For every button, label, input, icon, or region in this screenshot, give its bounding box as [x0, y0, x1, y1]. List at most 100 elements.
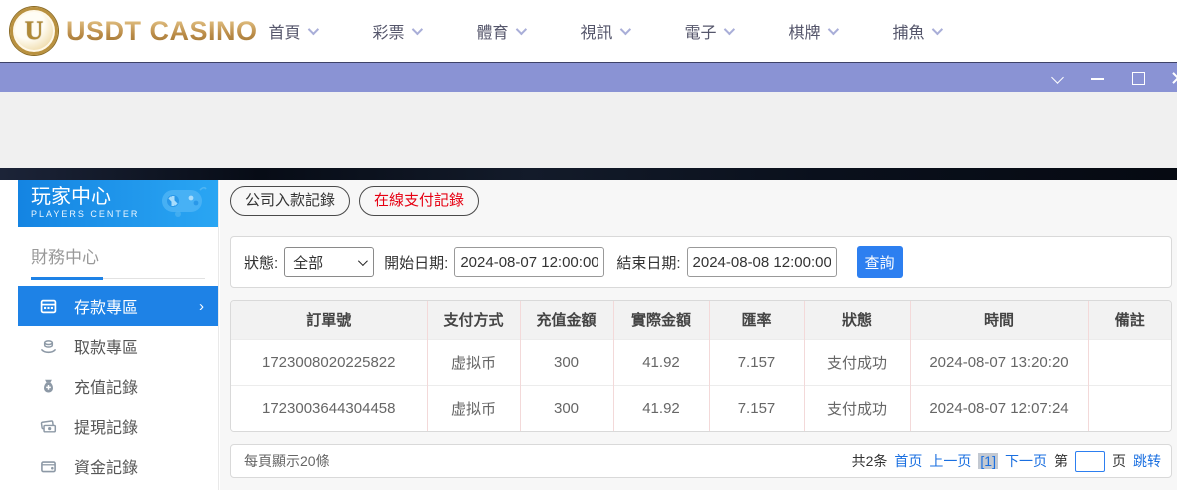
chevron-down-icon — [827, 24, 838, 35]
main-content: 公司入款記錄 在線支付記錄 狀態: 全部 開始日期: 結束日期: 查詢 訂單號 … — [220, 180, 1177, 490]
sidebar-item-label: 提現記錄 — [74, 414, 138, 438]
jump-prefix-label: 第 — [1054, 451, 1068, 471]
cell-status: 支付成功 — [804, 339, 910, 385]
status-label: 狀態: — [244, 252, 278, 273]
banner-area — [0, 92, 1177, 168]
logo-text: USDT CASINO — [66, 16, 258, 47]
cell-order-number: 1723008020225822 — [231, 339, 427, 385]
top-header: U USDT CASINO 首頁 彩票 體育 視訊 電子 棋牌 捕魚 — [0, 0, 1177, 62]
total-count: 共2条 — [852, 451, 888, 471]
chevron-down-icon — [411, 24, 422, 35]
sidebar-item-recharge-records[interactable]: 充值記錄 — [18, 366, 218, 406]
col-actual-amount: 實際金額 — [613, 301, 709, 339]
pager-controls: 共2条 首页 上一页 [1] 下一页 第 页 跳转 — [852, 451, 1161, 472]
sidebar-menu: 存款專區 › 取款專區 充值記錄 提現記錄 資金記錄 — [18, 286, 218, 486]
col-order-number: 訂單號 — [231, 301, 427, 339]
records-table: 訂單號 支付方式 充值金額 實際金額 匯率 狀態 時間 備註 172300802… — [231, 301, 1171, 431]
pagination-bar: 每頁顯示20條 共2条 首页 上一页 [1] 下一页 第 页 跳转 — [230, 444, 1172, 478]
cell-remarks — [1088, 339, 1171, 385]
tab-online-payment-records[interactable]: 在線支付記錄 — [359, 186, 479, 216]
end-date-label: 結束日期: — [616, 252, 680, 273]
nav-label: 體育 — [476, 19, 508, 43]
deposit-icon — [40, 298, 57, 315]
cell-actual-amount: 41.92 — [613, 385, 709, 431]
nav-item-slots[interactable]: 電子 — [656, 0, 760, 62]
cell-actual-amount: 41.92 — [613, 339, 709, 385]
nav-item-lottery[interactable]: 彩票 — [344, 0, 448, 62]
col-exchange-rate: 匯率 — [709, 301, 804, 339]
page-size-text: 每頁顯示20條 — [244, 451, 330, 471]
cell-payment-method: 虚拟币 — [427, 339, 520, 385]
first-page-link[interactable]: 首页 — [894, 451, 922, 471]
sidebar-item-deposit[interactable]: 存款專區 › — [18, 286, 218, 326]
cell-recharge-amount: 300 — [520, 385, 613, 431]
nav-item-video[interactable]: 視訊 — [552, 0, 656, 62]
close-icon[interactable] — [1171, 71, 1177, 85]
table-row: 1723003644304458 虚拟币 300 41.92 7.157 支付成… — [231, 385, 1171, 431]
logo-coin-icon: U — [10, 7, 58, 55]
status-select[interactable]: 全部 — [284, 247, 374, 277]
filter-bar: 狀態: 全部 開始日期: 結束日期: 查詢 — [230, 236, 1172, 288]
nav-label: 棋牌 — [788, 19, 820, 43]
nav-label: 首頁 — [268, 19, 300, 43]
prev-page-link[interactable]: 上一页 — [929, 451, 971, 471]
minimize-icon[interactable] — [1091, 71, 1105, 85]
nav-item-cards[interactable]: 棋牌 — [760, 0, 864, 62]
cell-time: 2024-08-07 13:20:20 — [910, 339, 1088, 385]
cell-remarks — [1088, 385, 1171, 431]
table-header-row: 訂單號 支付方式 充值金額 實際金額 匯率 狀態 時間 備註 — [231, 301, 1171, 339]
gamepad-icon — [156, 186, 208, 220]
chevron-down-icon — [358, 256, 368, 266]
logo-monogram: U — [25, 16, 44, 46]
cashout-icon — [40, 418, 57, 435]
tab-company-deposit-records[interactable]: 公司入款記錄 — [230, 186, 350, 216]
logo[interactable]: U USDT CASINO — [10, 7, 258, 55]
nav-label: 視訊 — [580, 19, 612, 43]
col-status: 狀態 — [804, 301, 910, 339]
sidebar-section-title: 財務中心 — [31, 243, 205, 268]
cell-exchange-rate: 7.157 — [709, 339, 804, 385]
funds-icon — [40, 458, 57, 475]
status-selected-value: 全部 — [293, 252, 323, 273]
jump-suffix-label: 页 — [1112, 451, 1126, 471]
sidebar-item-label: 存款專區 — [74, 294, 138, 318]
jump-button[interactable]: 跳转 — [1133, 451, 1161, 471]
start-date-input[interactable] — [454, 247, 604, 277]
table-row: 1723008020225822 虚拟币 300 41.92 7.157 支付成… — [231, 339, 1171, 385]
search-button[interactable]: 查詢 — [857, 246, 903, 278]
sidebar-item-label: 充值記錄 — [74, 374, 138, 398]
recharge-icon — [40, 378, 57, 395]
cell-order-number: 1723003644304458 — [231, 385, 427, 431]
sidebar-item-label: 資金記錄 — [74, 454, 138, 478]
start-date-label: 開始日期: — [384, 252, 448, 273]
chevron-down-icon[interactable] — [1051, 71, 1065, 85]
sidebar-item-label: 取款專區 — [74, 334, 138, 358]
chevron-down-icon — [307, 24, 318, 35]
window-titlebar — [0, 62, 1177, 92]
end-date-input[interactable] — [687, 247, 837, 277]
next-page-link[interactable]: 下一页 — [1005, 451, 1047, 471]
withdraw-icon — [40, 338, 57, 355]
maximize-icon[interactable] — [1131, 71, 1145, 85]
nav-item-sports[interactable]: 體育 — [448, 0, 552, 62]
sidebar-item-funds-records[interactable]: 資金記錄 — [18, 446, 218, 486]
record-tabs: 公司入款記錄 在線支付記錄 — [230, 186, 479, 216]
chevron-right-icon: › — [199, 298, 204, 315]
sidebar-item-withdraw[interactable]: 取款專區 — [18, 326, 218, 366]
nav-item-fishing[interactable]: 捕魚 — [864, 0, 968, 62]
chevron-down-icon — [931, 24, 942, 35]
cell-status: 支付成功 — [804, 385, 910, 431]
col-remarks: 備註 — [1088, 301, 1171, 339]
sidebar-item-withdrawal-records[interactable]: 提現記錄 — [18, 406, 218, 446]
cell-exchange-rate: 7.157 — [709, 385, 804, 431]
nav-item-home[interactable]: 首頁 — [240, 0, 344, 62]
chevron-down-icon — [723, 24, 734, 35]
sidebar-header: 玩家中心 PLAYERS CENTER — [18, 180, 218, 227]
nav-label: 彩票 — [372, 19, 404, 43]
current-page-indicator: [1] — [978, 453, 998, 469]
nav-label: 電子 — [684, 19, 716, 43]
jump-page-input[interactable] — [1075, 451, 1105, 472]
cell-time: 2024-08-07 12:07:24 — [910, 385, 1088, 431]
window-controls — [1051, 63, 1177, 93]
nav-label: 捕魚 — [892, 19, 924, 43]
